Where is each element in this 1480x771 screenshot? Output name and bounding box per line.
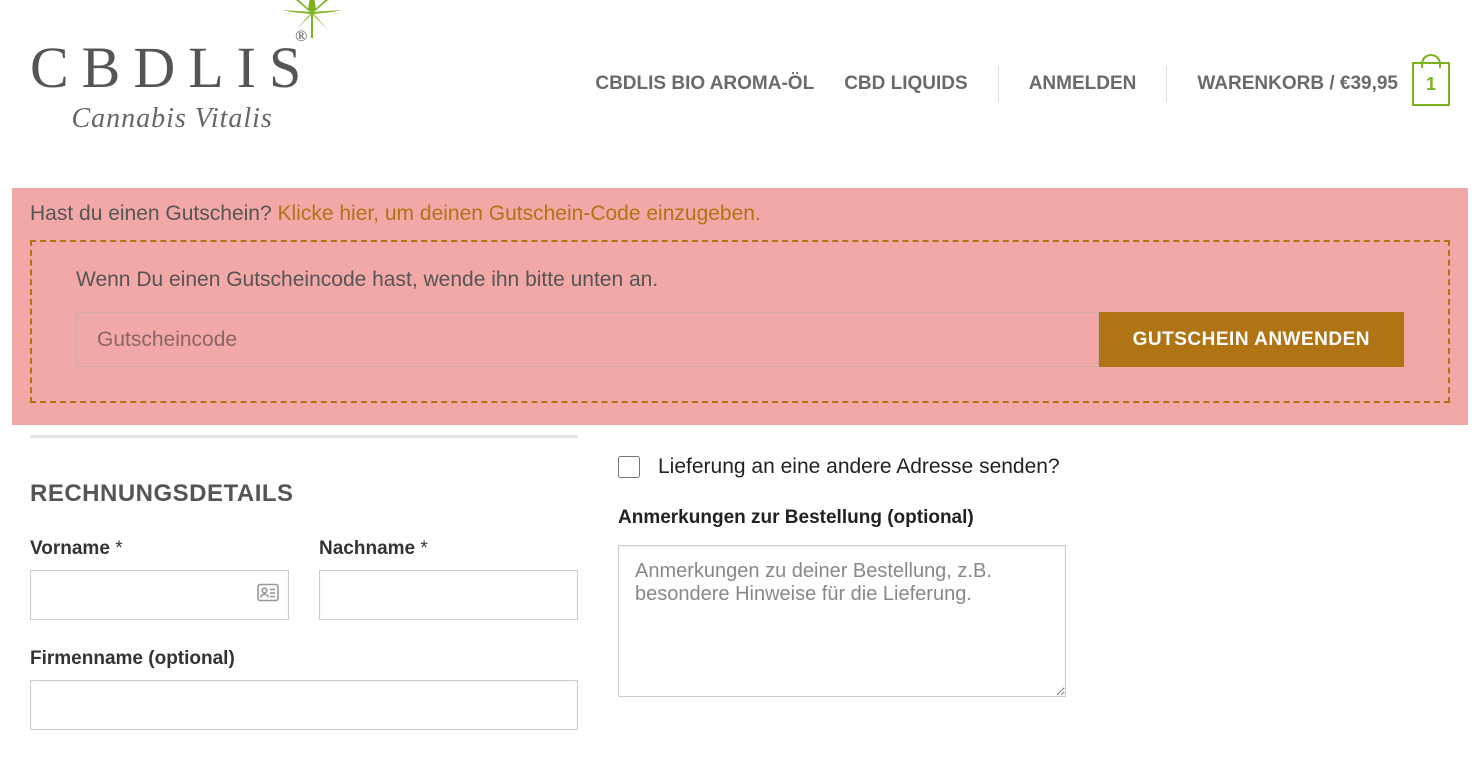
coupon-box-message: Wenn Du einen Gutscheincode hast, wende … [76, 268, 1404, 292]
coupon-banner: Hast du einen Gutschein? Klicke hier, um… [12, 188, 1468, 425]
cart-bag-icon[interactable]: 1 [1412, 62, 1450, 106]
apply-coupon-button[interactable]: GUTSCHEIN ANWENDEN [1099, 312, 1404, 367]
logo[interactable]: CBDLIS ® Cannabis Vitalis [30, 34, 314, 135]
nav-separator [998, 66, 999, 102]
order-notes-textarea[interactable] [618, 545, 1066, 697]
cart-price: €39,95 [1340, 73, 1398, 94]
coupon-box: Wenn Du einen Gutscheincode hast, wende … [30, 240, 1450, 403]
ship-to-different-checkbox[interactable] [618, 456, 640, 478]
checkout-main: RECHNUNGSDETAILS Vorname * Nachname * Fi… [0, 425, 1480, 758]
registered-icon: ® [295, 28, 320, 46]
first-name-label: Vorname * [30, 538, 289, 560]
contact-card-icon [257, 584, 279, 607]
cart-label: WARENKORB / €39,95 [1197, 73, 1398, 95]
ship-to-different-label[interactable]: Lieferung an eine andere Adresse senden? [618, 455, 1450, 479]
coupon-prompt: Hast du einen Gutschein? Klicke hier, um… [30, 202, 1450, 226]
nav-cart[interactable]: WARENKORB / €39,95 1 [1197, 62, 1450, 106]
nav-login[interactable]: ANMELDEN [1029, 73, 1137, 95]
billing-column: RECHNUNGSDETAILS Vorname * Nachname * Fi… [30, 435, 578, 758]
order-notes-label: Anmerkungen zur Bestellung (optional) [618, 507, 1450, 529]
main-nav: CBDLIS BIO AROMA-ÖL CBD LIQUIDS ANMELDEN… [595, 62, 1450, 106]
cart-count: 1 [1426, 74, 1436, 95]
logo-sub: Cannabis Vitalis [71, 103, 272, 135]
coupon-code-input[interactable] [76, 312, 1099, 367]
nav-cbd-liquids[interactable]: CBD LIQUIDS [844, 73, 968, 95]
company-input[interactable] [30, 680, 578, 730]
shipping-column: Lieferung an eine andere Adresse senden?… [618, 435, 1450, 758]
last-name-label: Nachname * [319, 538, 578, 560]
ship-to-different-text: Lieferung an eine andere Adresse senden? [658, 455, 1060, 479]
billing-title: RECHNUNGSDETAILS [30, 480, 578, 508]
company-label: Firmenname (optional) [30, 648, 578, 670]
coupon-toggle-link[interactable]: Klicke hier, um deinen Gutschein-Code ei… [278, 202, 761, 225]
logo-main: CBDLIS ® [30, 34, 314, 101]
nav-aroma-oil[interactable]: CBDLIS BIO AROMA-ÖL [595, 73, 814, 95]
last-name-input[interactable] [319, 570, 578, 620]
divider [30, 435, 578, 438]
first-name-input[interactable] [30, 570, 289, 620]
nav-separator [1166, 66, 1167, 102]
site-header: CBDLIS ® Cannabis Vitalis CBDLIS BIO ARO… [0, 0, 1480, 188]
